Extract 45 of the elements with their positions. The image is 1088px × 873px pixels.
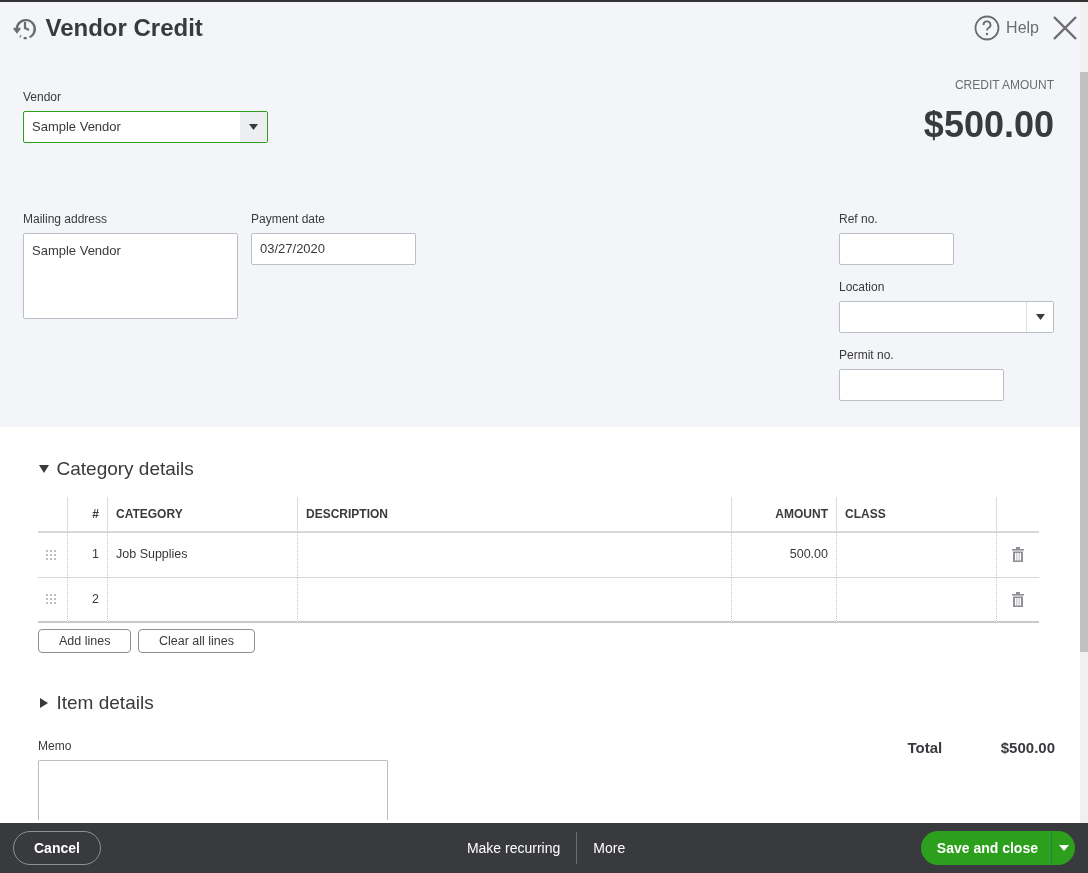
help-link[interactable]: Help [973, 15, 1039, 41]
caret-icon [1035, 314, 1045, 320]
total-label: Total [907, 738, 943, 758]
column-header: CATEGORY [107, 496, 297, 533]
field-label: Vendor [23, 89, 63, 106]
table-cell: Job Supplies [107, 532, 297, 578]
window-title: Vendor Credit [45, 13, 203, 43]
drag-handle-icon[interactable] [46, 594, 56, 604]
caret-icon [1058, 845, 1069, 851]
location-dropdown[interactable] [839, 301, 1054, 333]
credit-amount-label: CREDIT AMOUNT [953, 77, 1054, 94]
field-label: Permit no. [839, 347, 895, 364]
memo-field[interactable] [38, 760, 388, 820]
credit-amount: $500.00 [923, 107, 1054, 143]
category-details-toggle[interactable]: Category details [38, 455, 1080, 484]
item-details-toggle[interactable]: Item details [38, 689, 1080, 718]
table-cell: 500.00 [731, 532, 836, 578]
total-amount: $500.00 [1000, 738, 1055, 758]
field-label: Location [839, 279, 886, 296]
column-header: CLASS [836, 496, 996, 533]
permit-no-field[interactable] [839, 369, 1004, 401]
table-action-button[interactable]: Add lines [38, 629, 132, 653]
trash-icon[interactable] [1012, 547, 1024, 562]
mailing-address-field[interactable]: Sample Vendor [23, 233, 238, 319]
column-header: AMOUNT [731, 496, 836, 533]
ref-no-field[interactable] [839, 233, 954, 265]
line-number: 1 [67, 532, 107, 578]
field-label: Payment date [251, 211, 327, 228]
footer-action-button[interactable]: More [577, 837, 642, 859]
column-header: DESCRIPTION [297, 496, 731, 533]
scrollbar[interactable] [1080, 2, 1088, 823]
close-button[interactable] [1052, 15, 1078, 41]
payment-date-field[interactable]: 03/27/2020 [251, 233, 416, 265]
drag-handle-icon[interactable] [46, 549, 56, 560]
caret-icon [249, 124, 258, 130]
trash-icon[interactable] [1012, 591, 1024, 607]
vendor-dropdown[interactable]: Sample Vendor [23, 111, 268, 143]
footer-action-button[interactable]: Make recurring [450, 837, 577, 859]
line-number: 2 [67, 577, 107, 623]
field-label: Ref no. [839, 211, 879, 228]
help-icon [973, 15, 1000, 41]
table-action-button[interactable]: Clear all lines [137, 629, 255, 653]
field-label: Mailing address [23, 211, 109, 228]
column-header: # [67, 496, 107, 533]
field-label: Memo [38, 738, 73, 755]
